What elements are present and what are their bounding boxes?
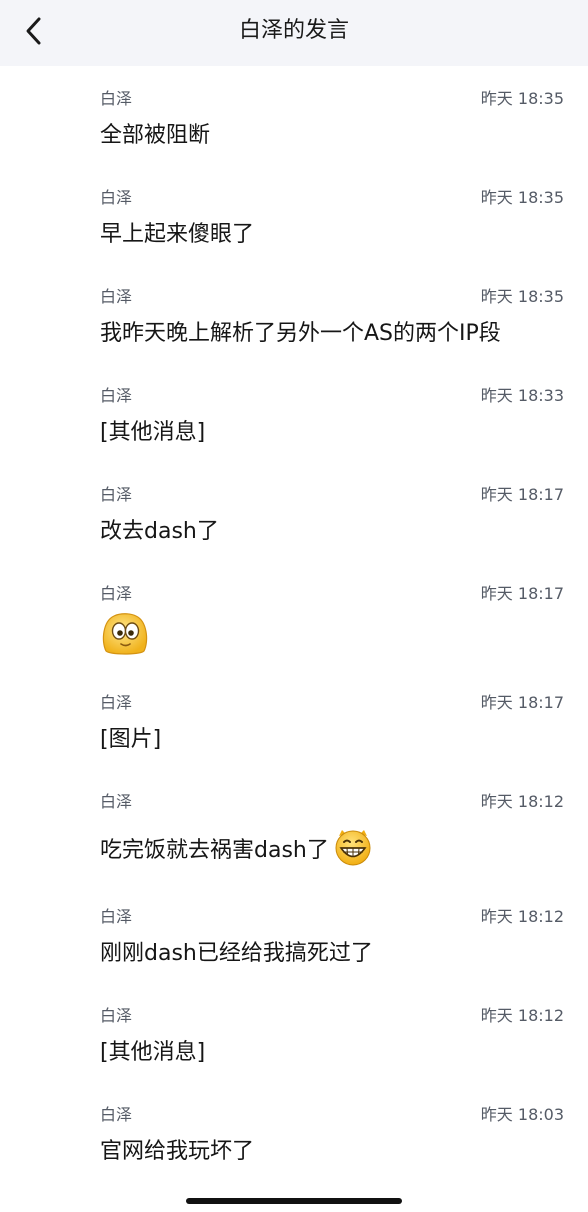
message-time: 昨天 18:35 (480, 188, 564, 207)
message-item[interactable]: 白泽 昨天 18:35 早上起来傻眼了 (0, 165, 588, 264)
message-time: 昨天 18:17 (480, 693, 564, 712)
sender-name: 白泽 (100, 1105, 133, 1124)
sender-name: 白泽 (100, 89, 133, 108)
message-text: [其他消息] (100, 420, 206, 445)
message-time: 昨天 18:17 (480, 584, 564, 603)
message-sticker (100, 611, 150, 669)
message-item[interactable]: 白泽 昨天 18:35 全部被阻断 (0, 66, 588, 165)
message-text: 官网给我玩坏了 (100, 1139, 255, 1164)
message-time: 昨天 18:17 (480, 485, 564, 504)
sender-name: 白泽 (100, 386, 133, 405)
message-item[interactable]: 白泽 昨天 18:33 [其他消息] (0, 363, 588, 462)
message-item[interactable]: 白泽 昨天 18:17 (0, 561, 588, 670)
message-item[interactable]: 白泽 昨天 18:35 我昨天晚上解析了另外一个AS的两个IP段 (0, 264, 588, 363)
message-content: 吃完饭就去祸害dash了 (100, 827, 373, 879)
message-text: [图片] (100, 727, 162, 752)
sender-name: 白泽 (100, 1006, 133, 1025)
message-text: 我昨天晚上解析了另外一个AS的两个IP段 (100, 321, 501, 346)
message-item[interactable]: 白泽 昨天 18:17 改去dash了 (0, 462, 588, 561)
navigation-bar: 白泽的发言 (0, 0, 588, 66)
wide-eyed-emoji-icon (102, 613, 148, 655)
message-time: 昨天 18:03 (480, 1105, 564, 1124)
sender-name: 白泽 (100, 188, 133, 207)
sender-name: 白泽 (100, 693, 133, 712)
sender-name: 白泽 (100, 584, 133, 603)
message-text: 吃完饭就去祸害dash了 (100, 838, 329, 863)
message-item[interactable]: 白泽 昨天 18:03 官网给我玩坏了 (0, 1082, 588, 1181)
message-time: 昨天 18:33 (480, 386, 564, 405)
home-indicator[interactable] (186, 1198, 402, 1204)
message-text: 刚刚dash已经给我搞死过了 (100, 941, 373, 966)
message-item[interactable]: 白泽 昨天 18:12 刚刚dash已经给我搞死过了 (0, 884, 588, 983)
message-time: 昨天 18:35 (480, 287, 564, 306)
message-text: 早上起来傻眼了 (100, 222, 255, 247)
sender-name: 白泽 (100, 287, 133, 306)
message-text: 改去dash了 (100, 519, 219, 544)
message-time: 昨天 18:12 (480, 907, 564, 926)
message-item[interactable]: 白泽 昨天 18:12 [其他消息] (0, 983, 588, 1082)
message-text: 全部被阻断 (100, 123, 211, 148)
sender-name: 白泽 (100, 792, 133, 811)
message-list: 白泽 昨天 18:35 全部被阻断 白泽 昨天 18:35 早上起来傻眼了 白泽… (0, 66, 588, 1181)
message-time: 昨天 18:12 (480, 792, 564, 811)
message-time: 昨天 18:12 (480, 1006, 564, 1025)
message-item[interactable]: 白泽 昨天 18:12 吃完饭就去祸害dash了 (0, 769, 588, 884)
sender-name: 白泽 (100, 485, 133, 504)
grinning-emoji-icon (333, 827, 373, 879)
message-item[interactable]: 白泽 昨天 18:17 [图片] (0, 670, 588, 769)
message-time: 昨天 18:35 (480, 89, 564, 108)
message-text: [其他消息] (100, 1040, 206, 1065)
page-title: 白泽的发言 (238, 18, 349, 43)
sender-name: 白泽 (100, 907, 133, 926)
